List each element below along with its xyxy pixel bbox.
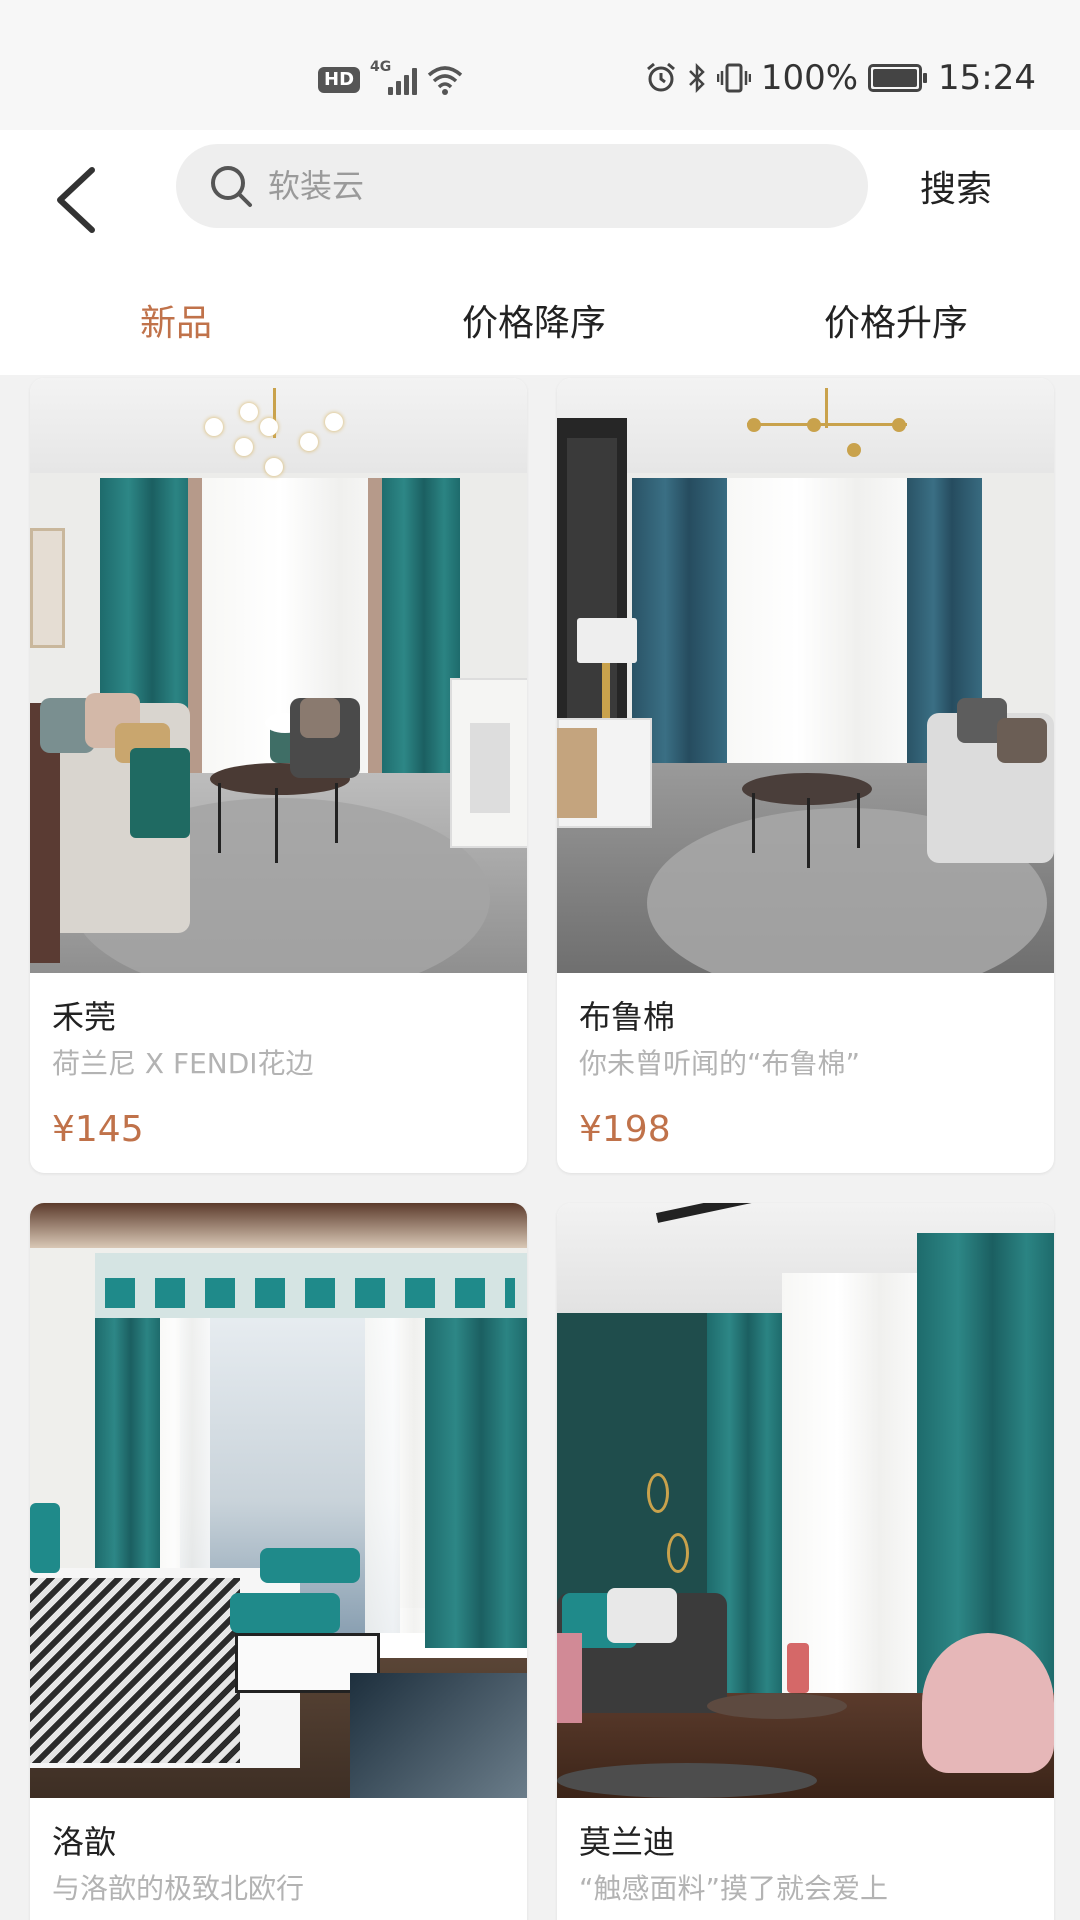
product-info: 禾莞 荷兰尼 X FENDI花边 ¥145 [30, 973, 527, 1173]
product-info: 莫兰迪 “触感面料”摸了就会爱上 [557, 1798, 1054, 1920]
product-image [30, 1203, 527, 1798]
product-subtitle: “触感面料”摸了就会爱上 [579, 1872, 889, 1905]
status-left: HD 4G [318, 58, 463, 102]
search-icon [211, 166, 252, 207]
product-subtitle: 你未曾听闻的“布鲁棉” [579, 1047, 861, 1080]
product-image [557, 1203, 1054, 1798]
wifi-icon [427, 65, 463, 95]
search-input[interactable] [268, 167, 828, 205]
product-image [557, 378, 1054, 973]
tab-price-desc[interactable]: 价格降序 [360, 280, 720, 360]
alarm-icon [645, 62, 677, 94]
sort-tabs: 新品 价格降序 价格升序 [0, 280, 1080, 360]
product-price: ¥198 [579, 1109, 671, 1150]
product-card[interactable]: 禾莞 荷兰尼 X FENDI花边 ¥145 [30, 378, 527, 1173]
product-image [30, 378, 527, 973]
network-type: 4G [370, 59, 392, 75]
product-title: 禾莞 [52, 998, 117, 1036]
signal-icon: 4G [370, 59, 418, 95]
product-info: 布鲁棉 你未曾听闻的“布鲁棉” ¥198 [557, 973, 1054, 1173]
tab-price-asc[interactable]: 价格升序 [720, 280, 1080, 360]
search-button[interactable]: 搜索 [920, 156, 992, 216]
tab-newest[interactable]: 新品 [0, 280, 360, 360]
bluetooth-icon [687, 62, 707, 94]
back-button[interactable] [40, 150, 110, 250]
status-bar: HD 4G 100% 15:24 [0, 0, 1080, 130]
battery-icon [868, 64, 928, 92]
hd-badge: HD [318, 67, 361, 93]
back-arrow-icon [57, 167, 95, 233]
product-grid: 禾莞 荷兰尼 X FENDI花边 ¥145 布鲁棉 你未曾听闻的“布鲁棉” ¥1… [30, 378, 1054, 1920]
product-price: ¥145 [52, 1109, 144, 1150]
product-card[interactable]: 洛歆 与洛歆的极致北欧行 [30, 1203, 527, 1920]
product-card[interactable]: 布鲁棉 你未曾听闻的“布鲁棉” ¥198 [557, 378, 1054, 1173]
battery-percent: 100% [760, 58, 859, 98]
product-subtitle: 与洛歆的极致北欧行 [52, 1872, 305, 1905]
product-title: 洛歆 [52, 1823, 117, 1861]
header: 搜索 新品 价格降序 价格升序 [0, 130, 1080, 375]
product-subtitle: 荷兰尼 X FENDI花边 [52, 1047, 314, 1080]
product-title: 布鲁棉 [579, 998, 676, 1036]
product-info: 洛歆 与洛歆的极致北欧行 [30, 1798, 527, 1920]
status-right: 100% 15:24 [645, 56, 1036, 100]
search-bar[interactable] [176, 144, 868, 228]
product-card[interactable]: 莫兰迪 “触感面料”摸了就会爱上 [557, 1203, 1054, 1920]
product-title: 莫兰迪 [579, 1823, 676, 1861]
vibrate-icon [716, 62, 751, 94]
clock: 15:24 [938, 58, 1036, 98]
